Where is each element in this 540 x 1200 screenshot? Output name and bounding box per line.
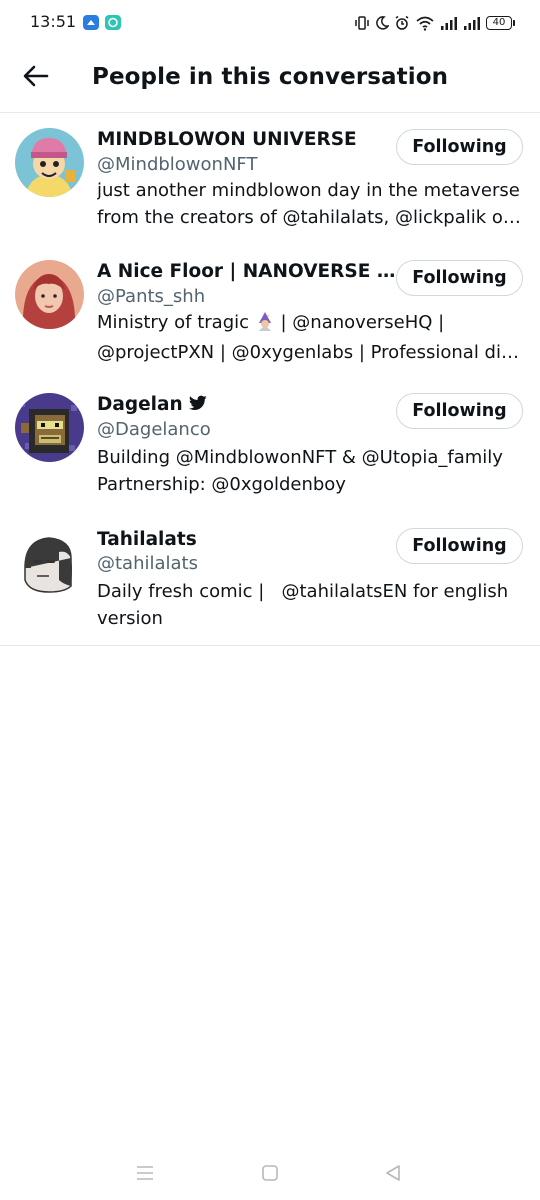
status-time: 13:51 [30, 12, 77, 31]
person-handle: @Dagelanco [97, 419, 211, 440]
bio-text: Ministry of tragic [97, 312, 250, 333]
person-name: A Nice Floor | NANOVERSE Le... [97, 261, 397, 282]
bio-line: version [97, 608, 163, 629]
status-icons: 40 [354, 13, 515, 33]
app-notification-icon [83, 15, 99, 30]
person-name-line: Tahilalats [97, 529, 397, 550]
person-name: Tahilalats [97, 529, 197, 550]
status-bar: 13:51 40 [0, 0, 540, 46]
person-name-line: A Nice Floor | NANOVERSE Le... [97, 261, 397, 282]
following-button[interactable]: Following [396, 260, 523, 296]
vibrate-icon [354, 15, 370, 31]
back-button[interactable] [18, 60, 54, 96]
avatar[interactable] [15, 128, 84, 197]
person-name-line: MINDBLOWON UNIVERSE [97, 129, 397, 150]
wifi-icon [415, 15, 435, 31]
chat-notification-icon [105, 15, 121, 30]
person-handle: @Pants_shh [97, 286, 206, 307]
person-name: Dagelan [97, 394, 183, 415]
person-bio: Ministry of tragic | @nanoverseHQ | @pro… [97, 309, 525, 366]
arrow-left-icon [23, 65, 49, 91]
bio-line: Building @MindblowonNFT & @Utopia_family [97, 447, 503, 468]
person-row[interactable]: Tahilalats @tahilalats Daily fresh comic… [0, 513, 540, 635]
person-handle: @tahilalats [97, 553, 198, 574]
bio-line: Daily fresh comic | @tahilalatsEN for en… [97, 581, 509, 602]
person-name: MINDBLOWON UNIVERSE [97, 129, 357, 150]
people-list: MINDBLOWON UNIVERSE @MindblowonNFT just … [0, 113, 540, 646]
person-bio: Daily fresh comic | @tahilalatsEN for en… [97, 578, 525, 632]
home-button[interactable] [257, 1162, 283, 1188]
back-nav-button[interactable] [380, 1162, 406, 1188]
twitter-bird-icon [188, 395, 207, 415]
app-header: People in this conversation [0, 46, 540, 113]
alarm-icon [394, 15, 410, 31]
battery-icon: 40 [486, 16, 515, 30]
signal-icon [463, 15, 481, 31]
system-nav-bar [0, 1150, 540, 1200]
bio-line: Partnership: @0xgoldenboy [97, 474, 346, 495]
moon-icon [375, 15, 389, 31]
wizard-emoji-icon [255, 311, 275, 339]
bio-line: just another mindblowon day in the metav… [97, 180, 520, 201]
home-square-icon [261, 1164, 279, 1186]
person-row[interactable]: Dagelan @Dagelanco Building @MindblowonN… [0, 378, 540, 513]
bio-line: Ministry of tragic | @nanoverseHQ | [97, 309, 525, 339]
avatar[interactable] [15, 528, 84, 597]
bio-line: @projectPXN | @0xygenlabs | Professional… [97, 342, 525, 363]
page-title: People in this conversation [92, 64, 449, 90]
person-bio: Building @MindblowonNFT & @Utopia_family… [97, 444, 525, 498]
person-bio: just another mindblowon day in the metav… [97, 177, 525, 231]
bio-text: | @nanoverseHQ | [280, 312, 445, 333]
person-row[interactable]: A Nice Floor | NANOVERSE Le... @Pants_sh… [0, 245, 540, 378]
avatar[interactable] [15, 393, 84, 462]
bio-line: from the creators of @tahilalats, @lickp… [97, 207, 525, 228]
menu-button[interactable] [132, 1162, 158, 1188]
following-button[interactable]: Following [396, 528, 523, 564]
avatar[interactable] [15, 260, 84, 329]
menu-icon [135, 1164, 155, 1186]
person-handle: @MindblowonNFT [97, 154, 258, 175]
person-row[interactable]: MINDBLOWON UNIVERSE @MindblowonNFT just … [0, 113, 540, 245]
back-triangle-icon [384, 1164, 402, 1186]
person-name-line: Dagelan [97, 394, 397, 415]
signal-icon [440, 15, 458, 31]
following-button[interactable]: Following [396, 393, 523, 429]
following-button[interactable]: Following [396, 129, 523, 165]
